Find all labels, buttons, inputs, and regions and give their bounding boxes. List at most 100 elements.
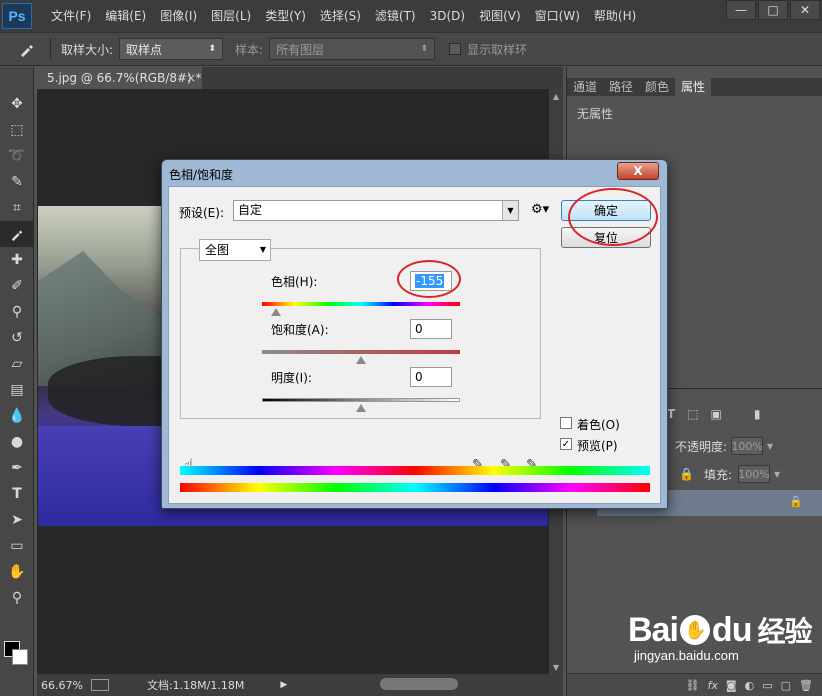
- paw-icon: ✋: [679, 615, 710, 645]
- hue-slider[interactable]: [262, 302, 460, 306]
- menu-items: 文件(F) 编辑(E) 图像(I) 图层(L) 类型(Y) 选择(S) 滤镜(T…: [44, 0, 643, 32]
- menu-3d[interactable]: 3D(D): [423, 0, 472, 32]
- document-tab-bar: 5.jpg @ 66.7%(RGB/8#) * ×: [37, 67, 563, 89]
- filter-toggle-icon[interactable]: ▮: [754, 407, 761, 421]
- lightness-input[interactable]: 0: [410, 367, 452, 387]
- menu-image[interactable]: 图像(I): [153, 0, 204, 32]
- minimize-button[interactable]: —: [726, 0, 756, 20]
- saturation-input[interactable]: 0: [410, 319, 452, 339]
- opacity-field[interactable]: 100%: [731, 437, 764, 455]
- pen-tool-icon[interactable]: ✒: [0, 455, 34, 481]
- menu-window[interactable]: 窗口(W): [528, 0, 587, 32]
- menu-filter[interactable]: 滤镜(T): [368, 0, 423, 32]
- trash-icon[interactable]: 🗑: [799, 679, 813, 692]
- lock-icon[interactable]: 🔒: [679, 467, 694, 481]
- horizontal-scrollbar-thumb[interactable]: [380, 678, 458, 690]
- preview-checkbox[interactable]: ✓: [560, 438, 572, 450]
- preset-select[interactable]: 自定 ▼: [233, 200, 519, 221]
- background-color-swatch[interactable]: [12, 649, 28, 665]
- scroll-down-icon[interactable]: ▼: [549, 660, 563, 674]
- healing-brush-tool-icon[interactable]: ✚: [0, 247, 34, 273]
- sample-size-select[interactable]: 取样点 ⬍: [119, 38, 224, 60]
- zoom-level[interactable]: 66.67%: [41, 679, 83, 692]
- lightness-label: 明度(I):: [271, 371, 312, 385]
- annotation-circle-hue: [397, 260, 461, 298]
- menu-type[interactable]: 类型(Y): [258, 0, 313, 32]
- clone-stamp-tool-icon[interactable]: ⚲: [0, 299, 34, 325]
- close-tab-icon[interactable]: ×: [186, 67, 196, 89]
- mask-icon[interactable]: ◙: [726, 679, 737, 692]
- updown-icon: ⬍: [420, 44, 429, 54]
- eyedropper-tool-icon[interactable]: [0, 221, 34, 247]
- hue-slider-thumb[interactable]: [270, 308, 281, 316]
- new-layer-icon[interactable]: ▢: [781, 679, 791, 692]
- type-tool-icon[interactable]: T: [0, 481, 34, 507]
- close-button[interactable]: ✕: [790, 0, 820, 20]
- menu-layer[interactable]: 图层(L): [204, 0, 258, 32]
- path-select-tool-icon[interactable]: ➤: [0, 507, 34, 533]
- menu-edit[interactable]: 编辑(E): [98, 0, 153, 32]
- watermark-brand-a: Bai: [628, 610, 679, 649]
- status-menu-icon[interactable]: [90, 679, 109, 691]
- dialog-close-button[interactable]: X: [617, 162, 659, 180]
- folder-icon[interactable]: ▭: [762, 679, 772, 692]
- zoom-tool-icon[interactable]: ⚲: [0, 585, 34, 611]
- input-color-bar: [180, 483, 650, 492]
- updown-icon: ⬍: [208, 44, 217, 54]
- sample-size-label: 取样大小:: [61, 42, 114, 57]
- link-icon[interactable]: ⛓: [686, 679, 700, 692]
- saturation-slider-thumb[interactable]: [356, 356, 366, 364]
- adjustment-icon[interactable]: ◐: [745, 679, 755, 692]
- gear-icon[interactable]: ⚙▾: [531, 202, 549, 217]
- chevron-down-icon[interactable]: ▼: [767, 442, 773, 451]
- move-tool-icon[interactable]: ✥: [0, 91, 34, 117]
- colorize-checkbox[interactable]: [560, 417, 572, 429]
- dodge-tool-icon[interactable]: ●: [0, 429, 34, 455]
- document-tab[interactable]: 5.jpg @ 66.7%(RGB/8#) * ×: [37, 67, 202, 89]
- restore-button[interactable]: □: [758, 0, 788, 20]
- eyedropper-icon[interactable]: [14, 37, 40, 61]
- lightness-slider-thumb[interactable]: [356, 404, 366, 412]
- status-arrow-icon[interactable]: ▶: [280, 680, 287, 690]
- lasso-tool-icon[interactable]: ➰: [0, 143, 34, 169]
- menu-help[interactable]: 帮助(H): [587, 0, 643, 32]
- fx-icon[interactable]: fx: [708, 679, 718, 692]
- quick-select-tool-icon[interactable]: ✎: [0, 169, 34, 195]
- eraser-tool-icon[interactable]: ▱: [0, 351, 34, 377]
- photoshop-logo: Ps: [2, 3, 32, 29]
- brush-tool-icon[interactable]: ✐: [0, 273, 34, 299]
- blur-tool-icon[interactable]: 💧: [0, 403, 34, 429]
- tab-paths[interactable]: 路径: [603, 78, 639, 96]
- chevron-down-icon[interactable]: ▼: [774, 470, 780, 479]
- sample-select[interactable]: 所有图层 ⬍: [269, 38, 436, 60]
- tab-color[interactable]: 颜色: [639, 78, 675, 96]
- hue-label: 色相(H):: [271, 275, 318, 289]
- crop-tool-icon[interactable]: ⌗: [0, 195, 34, 221]
- range-select[interactable]: 全图 ▼: [199, 239, 271, 261]
- lightness-slider[interactable]: [262, 398, 460, 402]
- show-ring-checkbox[interactable]: [449, 43, 462, 55]
- show-ring-label: 显示取样环: [467, 42, 528, 57]
- menu-file[interactable]: 文件(F): [44, 0, 98, 32]
- marquee-tool-icon[interactable]: ⬚: [0, 117, 34, 143]
- hand-tool-icon[interactable]: ✋: [0, 559, 34, 585]
- tab-properties[interactable]: 属性: [675, 78, 712, 96]
- menu-select[interactable]: 选择(S): [313, 0, 368, 32]
- fill-field[interactable]: 100%: [738, 465, 770, 483]
- watermark-url: jingyan.baidu.com: [634, 648, 739, 663]
- tab-channels[interactable]: 通道: [567, 78, 603, 96]
- gradient-tool-icon[interactable]: ▤: [0, 377, 34, 403]
- watermark-brand-b: du: [711, 610, 753, 649]
- saturation-label: 饱和度(A):: [271, 323, 329, 337]
- sample-label: 样本:: [235, 42, 264, 57]
- filter-smart-icon[interactable]: ▣: [711, 407, 722, 421]
- shape-tool-icon[interactable]: ▭: [0, 533, 34, 559]
- chevron-down-icon[interactable]: ▼: [502, 201, 518, 220]
- dialog-titlebar[interactable]: 色相/饱和度 X: [162, 160, 667, 186]
- scroll-up-icon[interactable]: ▲: [549, 89, 563, 103]
- menu-view[interactable]: 视图(V): [472, 0, 528, 32]
- filter-shape-icon[interactable]: ⬚: [687, 407, 698, 421]
- saturation-slider[interactable]: [262, 350, 460, 354]
- filter-type-icon[interactable]: T: [667, 407, 675, 421]
- history-brush-tool-icon[interactable]: ↺: [0, 325, 34, 351]
